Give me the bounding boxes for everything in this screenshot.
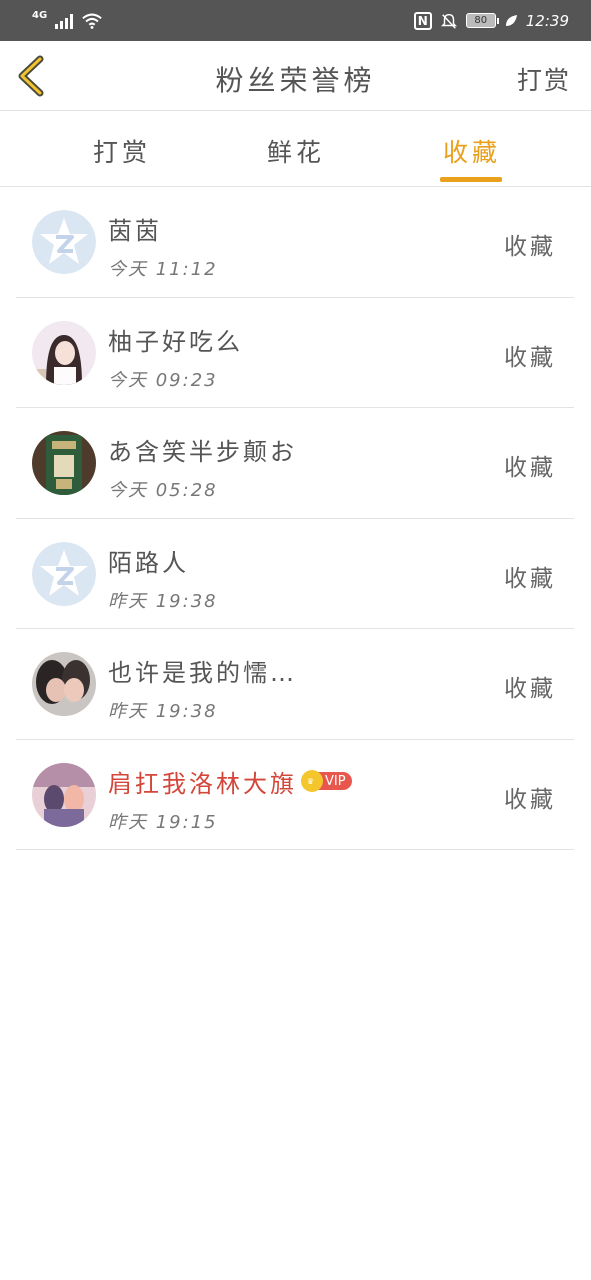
nfc-icon: N: [413, 11, 432, 30]
clock: 12:39: [525, 11, 569, 30]
status-right: N 80 12:39: [413, 11, 569, 30]
default-avatar-icon: [32, 210, 96, 274]
fan-time: 今天 11:12: [108, 259, 218, 280]
fan-name: 柚子好吃么: [108, 327, 243, 356]
status-bar: 4G N 80 12:39: [0, 0, 591, 41]
user-photo-icon: [32, 652, 96, 716]
list-item[interactable]: 肩扛我洛林大旗 ♛ VIP 昨天 19:15 收藏: [16, 740, 574, 850]
fan-name: 也许是我的懦…: [108, 659, 297, 687]
avatar: [32, 431, 96, 495]
list-item[interactable]: 也许是我的懦… 昨天 19:38 收藏: [16, 629, 574, 740]
avatar: [32, 762, 96, 827]
fan-name: あ含笑半步颠お: [108, 438, 297, 466]
header: 粉丝荣誉榜 打赏: [0, 41, 591, 111]
battery-icon: 80: [465, 13, 499, 28]
list-item[interactable]: あ含笑半步颠お 今天 05:28 收藏: [16, 408, 574, 519]
crown-icon: ♛: [301, 770, 323, 792]
list-item[interactable]: 陌路人 昨天 19:38 收藏: [16, 519, 574, 629]
leaf-icon: [505, 14, 517, 26]
avatar: [32, 541, 96, 606]
page-title: 粉丝荣誉榜: [215, 64, 376, 97]
fan-action: 收藏: [504, 676, 556, 702]
fan-name-row: 肩扛我洛林大旗 ♛ VIP: [108, 764, 352, 799]
avatar: [32, 210, 96, 274]
fan-time: 今天 09:23: [108, 369, 218, 391]
user-photo-icon: [32, 320, 96, 385]
user-photo-icon: [32, 762, 96, 827]
default-avatar-icon: [32, 541, 96, 606]
fan-action: 收藏: [504, 565, 556, 592]
fan-time: 昨天 19:38: [108, 590, 218, 612]
fan-time: 昨天 19:38: [108, 701, 218, 722]
fan-list: 茵茵 今天 11:12 收藏 柚子好吃么 今天 09:23 收藏 あ含笑半步颠お…: [0, 187, 591, 850]
fan-action: 收藏: [504, 455, 556, 481]
user-photo-icon: [32, 431, 96, 495]
fan-name: 陌路人: [108, 548, 189, 577]
fan-time: 昨天 19:15: [108, 811, 218, 833]
fan-action: 收藏: [504, 344, 556, 371]
tab-tip[interactable]: 打赏: [62, 133, 182, 169]
tab-favorites[interactable]: 收藏: [412, 133, 532, 169]
wifi-icon: [82, 13, 102, 29]
fan-name: 肩扛我洛林大旗: [108, 769, 297, 798]
tip-button[interactable]: 打赏: [517, 61, 571, 97]
fan-action: 收藏: [504, 234, 556, 260]
list-item[interactable]: 柚子好吃么 今天 09:23 收藏: [16, 298, 574, 408]
network-type: 4G: [32, 10, 48, 21]
active-tab-indicator: [440, 177, 502, 182]
fan-time: 今天 05:28: [108, 480, 218, 501]
tab-flowers[interactable]: 鲜花: [236, 133, 356, 169]
fan-name: 茵茵: [108, 217, 162, 245]
avatar: [32, 320, 96, 385]
fan-action: 收藏: [504, 786, 556, 813]
list-item[interactable]: 茵茵 今天 11:12 收藏: [16, 187, 574, 298]
avatar: [32, 652, 96, 716]
signal-icon: [55, 13, 74, 29]
tab-bar: 打赏 鲜花 收藏: [0, 111, 591, 187]
vip-badge: ♛ VIP: [301, 770, 352, 792]
status-left: 4G: [32, 10, 103, 30]
bell-muted-icon: [440, 13, 457, 29]
